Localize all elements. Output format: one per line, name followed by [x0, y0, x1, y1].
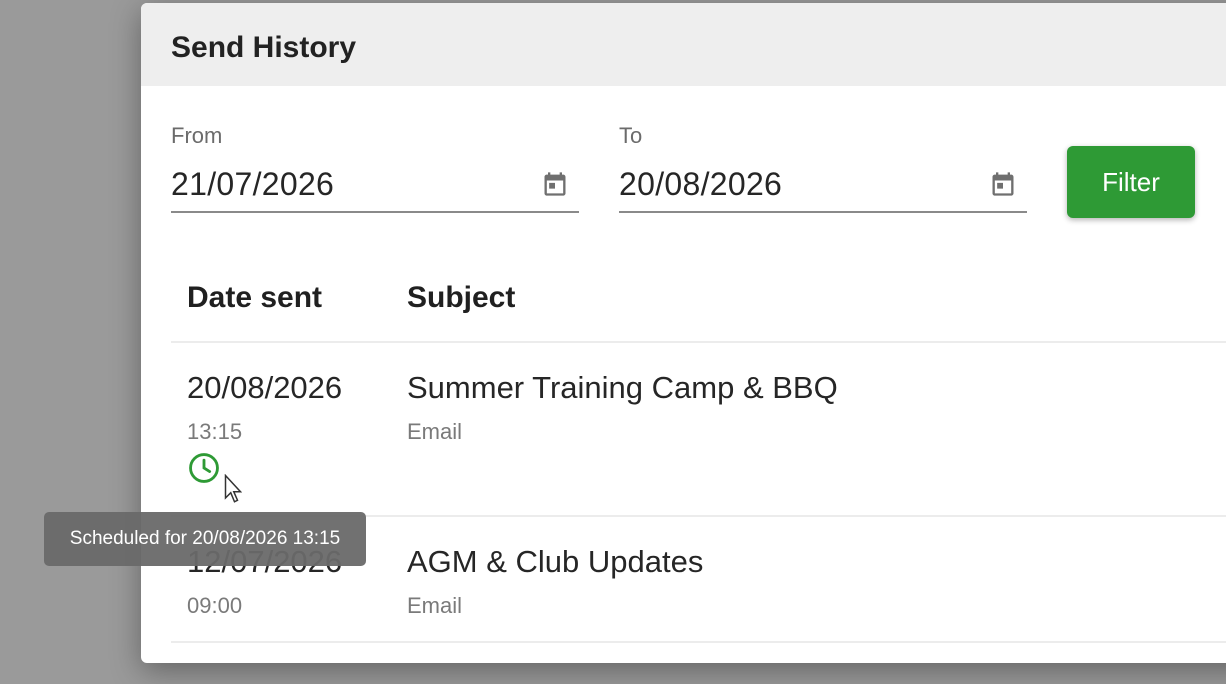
header-divider: [171, 341, 1226, 343]
row-time: 13:15: [187, 419, 243, 444]
row-time: 09:00: [187, 593, 243, 618]
dialog-header: Send History: [141, 3, 1226, 86]
calendar-icon[interactable]: [541, 169, 569, 199]
column-header-subject[interactable]: Subject: [407, 281, 515, 315]
column-header-date-sent[interactable]: Date sent: [187, 281, 322, 315]
row-subject: AGM & Club Updates: [407, 544, 704, 579]
to-date-input[interactable]: 20/08/2026: [619, 166, 1027, 203]
mouse-cursor-icon: [224, 474, 242, 503]
row-subject: Summer Training Camp & BBQ: [407, 370, 838, 405]
row-channel: Email: [407, 593, 463, 618]
from-label: From: [171, 123, 223, 148]
scheduled-tooltip: Scheduled for 20/08/2026 13:15: [44, 512, 366, 566]
row-channel: Email: [407, 419, 463, 444]
filter-button[interactable]: Filter: [1067, 146, 1195, 218]
from-date-input[interactable]: 21/07/2026: [171, 166, 579, 203]
calendar-icon[interactable]: [989, 169, 1017, 199]
row-date: 20/08/2026: [187, 370, 343, 405]
to-label: To: [619, 123, 643, 148]
row-divider: [171, 641, 1226, 643]
clock-icon[interactable]: [187, 451, 221, 485]
to-underline: [619, 211, 1027, 213]
from-underline: [171, 211, 579, 213]
dialog-title: Send History: [171, 31, 357, 64]
